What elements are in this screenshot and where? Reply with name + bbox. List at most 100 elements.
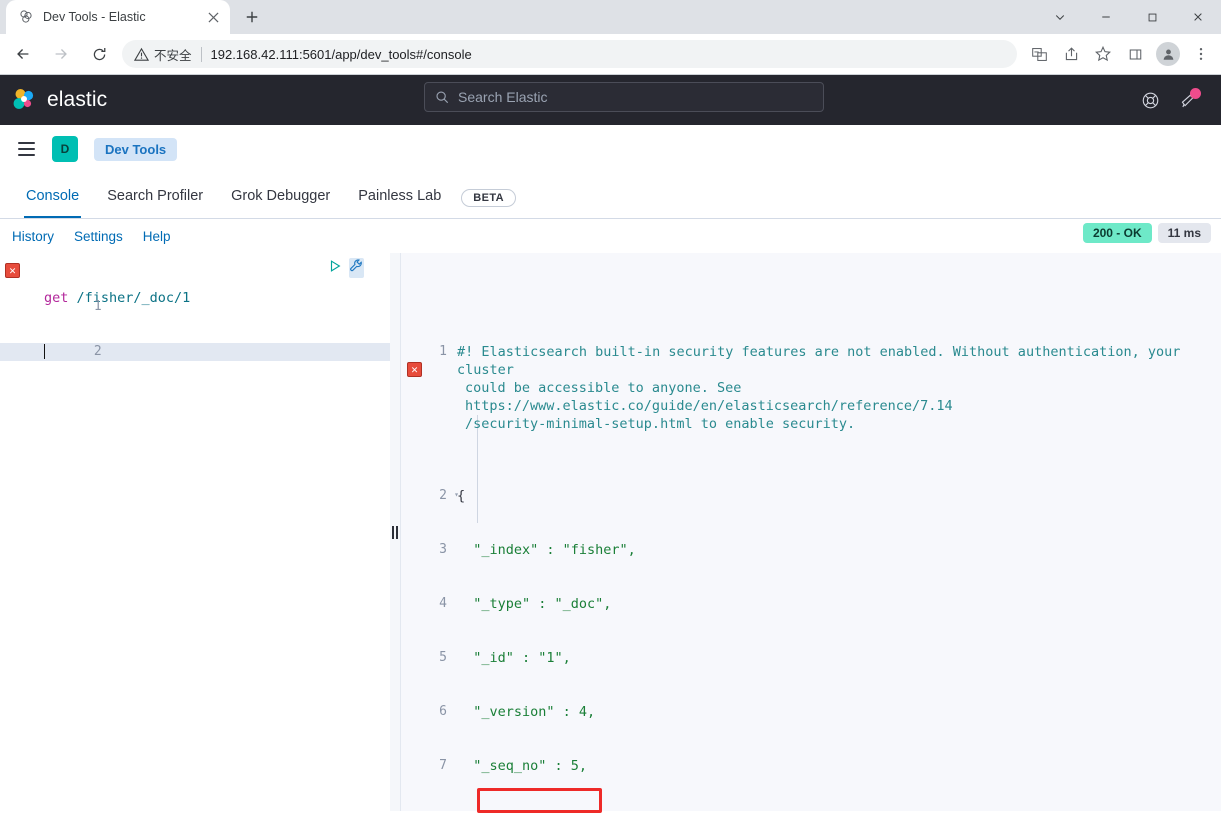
response-gutter: 7 <box>401 757 451 775</box>
line-number: 5 <box>439 650 447 665</box>
share-icon[interactable] <box>1056 39 1086 69</box>
request-line-text[interactable] <box>36 343 390 361</box>
response-code[interactable]: 2 1 ✕ #! Elasticsearch built-in security… <box>401 253 1221 811</box>
reload-icon[interactable] <box>82 37 116 71</box>
drag-handle-icon[interactable] <box>392 525 398 539</box>
news-badge <box>1190 88 1201 99</box>
response-gutter: 2 ▾ <box>401 487 459 505</box>
line-number: 2 <box>439 488 447 503</box>
line-number: 2 <box>93 344 102 359</box>
text-cursor <box>44 344 45 359</box>
line-number: 4 <box>439 596 447 611</box>
console-toolbar: History Settings Help 200 - OK 11 ms <box>0 219 1221 253</box>
elastic-wordmark: elastic <box>47 88 108 111</box>
search-icon <box>435 90 449 104</box>
warning-line-2: could be accessible to anyone. See https… <box>465 380 953 414</box>
back-arrow-icon[interactable] <box>6 37 40 71</box>
response-line-text: { <box>457 488 466 504</box>
response-line-text: "_id" : "1", <box>457 650 571 666</box>
bookmark-star-icon[interactable] <box>1088 39 1118 69</box>
space-avatar[interactable]: D <box>52 136 78 162</box>
fold-toggle-icon[interactable]: ▾ <box>452 490 461 499</box>
close-icon[interactable] <box>204 8 222 26</box>
tab-console[interactable]: Console <box>12 174 93 218</box>
response-line: 3 "_index" : "fisher", <box>401 541 1221 559</box>
response-gutter: 4 <box>401 595 451 613</box>
line-number: 3 <box>439 542 447 557</box>
request-editor[interactable]: ✕ 1 get /fisher/_doc/1 2 <box>0 253 390 811</box>
close-icon[interactable] <box>1175 0 1221 34</box>
tab-grok-debugger[interactable]: Grok Debugger <box>217 174 344 218</box>
app-tab-bar: Console Search Profiler Grok Debugger Pa… <box>0 173 1221 219</box>
address-bar[interactable]: 不安全 192.168.42.111:5601/app/dev_tools#/c… <box>122 40 1017 68</box>
response-gutter: 2 1 ✕ <box>401 343 451 433</box>
breadcrumb-item-dev-tools[interactable]: Dev Tools <box>94 137 178 161</box>
response-line: 4 "_type" : "_doc", <box>401 595 1221 613</box>
plus-icon[interactable] <box>238 3 266 31</box>
browser-nav-bar: 不安全 192.168.42.111:5601/app/dev_tools#/c… <box>0 34 1221 74</box>
editor-gutter: ✕ 1 <box>0 262 102 334</box>
response-line-text: "_index" : "fisher", <box>457 542 636 558</box>
error-x-icon[interactable]: ✕ <box>5 263 20 278</box>
elastic-favicon <box>18 9 34 25</box>
status-badge: 200 - OK <box>1082 223 1152 243</box>
search-input[interactable]: Search Elastic <box>424 82 824 112</box>
response-line-text: "_seq_no" : 5, <box>457 758 588 774</box>
wrench-icon[interactable] <box>349 258 364 278</box>
line-number: 1 <box>439 344 447 359</box>
response-status: 200 - OK 11 ms <box>1082 223 1211 243</box>
browser-tab-title: Dev Tools - Elastic <box>43 10 146 24</box>
line-number: 7 <box>439 758 447 773</box>
profile-avatar-icon[interactable] <box>1156 42 1180 66</box>
browser-window: Dev Tools - Elastic 不安全 192.168.42.111:5… <box>0 0 1221 821</box>
help-link[interactable]: Help <box>143 229 171 244</box>
request-line[interactable]: 2 <box>0 343 390 361</box>
response-gutter: 5 <box>401 649 451 667</box>
history-link[interactable]: History <box>12 229 54 244</box>
response-line: 2 1 ✕ #! Elasticsearch built-in security… <box>401 343 1221 433</box>
response-gutter: 6 <box>401 703 451 721</box>
line-number: 1 <box>93 299 102 314</box>
response-viewer[interactable]: 2 1 ✕ #! Elasticsearch built-in security… <box>401 253 1221 811</box>
settings-link[interactable]: Settings <box>74 229 123 244</box>
response-gutter: 3 <box>401 541 451 559</box>
request-line-text[interactable]: get /fisher/_doc/1 <box>36 289 390 307</box>
warning-triangle-icon <box>133 47 150 62</box>
minimize-icon[interactable] <box>1083 0 1129 34</box>
side-panel-icon[interactable] <box>1120 39 1150 69</box>
news-megaphone-icon[interactable] <box>1169 81 1207 119</box>
hamburger-menu-icon[interactable] <box>12 135 40 163</box>
http-method: get <box>44 290 69 306</box>
status-time-badge: 11 ms <box>1157 223 1211 243</box>
request-line[interactable]: ✕ 1 get /fisher/_doc/1 <box>0 263 390 314</box>
response-line-text: "_version" : 4, <box>457 704 596 720</box>
warning-line-3: /security-minimal-setup.html to enable s… <box>465 416 856 432</box>
line-number: 6 <box>439 704 447 719</box>
editor-gutter: 2 <box>0 325 102 379</box>
url-text: 192.168.42.111:5601/app/dev_tools#/conso… <box>210 46 472 62</box>
response-line-text: "_type" : "_doc", <box>457 596 612 612</box>
pane-splitter[interactable] <box>390 253 401 811</box>
translate-icon[interactable] <box>1024 39 1054 69</box>
chevron-down-icon[interactable] <box>1037 0 1083 34</box>
help-lifebuoy-icon[interactable] <box>1131 81 1169 119</box>
response-line: 7 "_seq_no" : 5, <box>401 757 1221 775</box>
search-placeholder: Search Elastic <box>458 89 548 105</box>
window-controls <box>1037 0 1221 34</box>
response-line: 6 "_version" : 4, <box>401 703 1221 721</box>
request-actions <box>328 258 364 278</box>
response-line: 5 "_id" : "1", <box>401 649 1221 667</box>
maximize-icon[interactable] <box>1129 0 1175 34</box>
chrome-menu-icon[interactable] <box>1186 39 1216 69</box>
elastic-header-actions <box>1131 75 1207 125</box>
elastic-logo[interactable]: elastic <box>12 87 107 113</box>
elastic-logo-icon <box>12 87 38 113</box>
window-tab-strip: Dev Tools - Elastic <box>0 0 1221 34</box>
error-x-icon[interactable]: ✕ <box>407 362 422 377</box>
security-label: 不安全 <box>154 48 192 63</box>
play-triangle-icon[interactable] <box>328 259 342 278</box>
browser-tab[interactable]: Dev Tools - Elastic <box>6 0 230 34</box>
tab-search-profiler[interactable]: Search Profiler <box>93 174 217 218</box>
console-panes: ✕ 1 get /fisher/_doc/1 2 1 ✕ #! Elastics… <box>0 253 1221 813</box>
tab-painless-lab[interactable]: Painless Lab <box>344 174 455 218</box>
